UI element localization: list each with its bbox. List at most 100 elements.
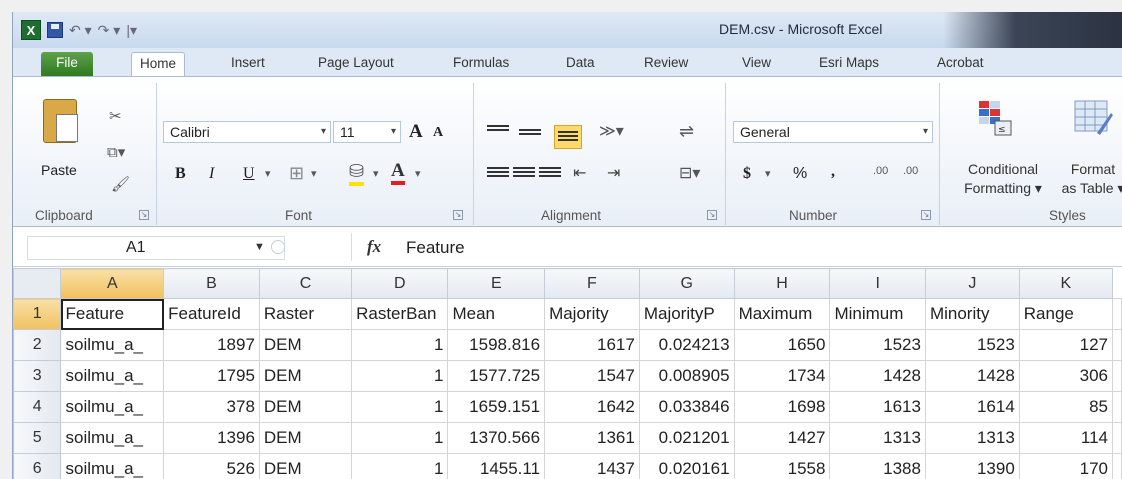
font-name-select[interactable]: Calibri ▾ xyxy=(163,121,331,143)
cell[interactable]: 1650 xyxy=(733,329,831,361)
font-size-select[interactable]: 11 ▾ xyxy=(333,121,401,143)
increase-indent-icon[interactable]: ⇥ xyxy=(607,163,620,183)
cell[interactable]: 114 xyxy=(1018,422,1114,454)
cell[interactable]: 1370.566 xyxy=(447,422,546,454)
tab-esri-maps[interactable]: Esri Maps xyxy=(811,52,887,76)
tab-page-layout[interactable]: Page Layout xyxy=(310,52,402,76)
cell[interactable]: 306 xyxy=(1018,360,1114,392)
cell[interactable]: 1614 xyxy=(924,391,1020,423)
cell[interactable]: 1428 xyxy=(924,360,1020,392)
cell[interactable]: 1427 xyxy=(733,422,831,454)
excel-app-icon[interactable]: X xyxy=(21,20,41,40)
fill-color-dropdown-icon[interactable]: ▾ xyxy=(373,167,379,180)
name-box-dropdown-icon[interactable]: ▼ xyxy=(254,241,265,253)
column-header[interactable]: C xyxy=(258,268,353,299)
percent-button[interactable]: % xyxy=(793,165,807,183)
conditional-formatting-button[interactable]: Conditional Formatting ▾ xyxy=(953,160,1053,198)
align-top-icon[interactable] xyxy=(487,123,509,141)
cell[interactable]: 0.020161 xyxy=(638,453,735,479)
align-left-icon[interactable] xyxy=(487,165,509,183)
merge-center-icon[interactable]: ⊟▾ xyxy=(679,163,700,183)
grow-font-button[interactable]: A xyxy=(409,121,423,143)
cell[interactable]: soilmu_a_ xyxy=(60,360,165,392)
cell[interactable]: Range xyxy=(1018,298,1114,330)
redo-icon[interactable]: ↷ ▾ xyxy=(98,22,121,39)
bold-button[interactable]: B xyxy=(175,165,186,183)
cut-icon[interactable]: ✂ xyxy=(109,107,122,125)
cell[interactable]: 1 xyxy=(351,453,449,479)
cell[interactable]: 1897 xyxy=(163,329,260,361)
cell[interactable]: 1642 xyxy=(544,391,640,423)
font-launcher-icon[interactable]: ↘ xyxy=(453,210,463,220)
cell[interactable]: soilmu_a_ xyxy=(60,391,165,423)
cell[interactable]: 1313 xyxy=(924,422,1020,454)
decrease-decimal-button[interactable]: .00 xyxy=(903,165,918,177)
name-box[interactable]: A1 ▼ xyxy=(27,236,285,260)
cell[interactable]: 1547 xyxy=(544,360,640,392)
column-header[interactable]: I xyxy=(829,268,926,299)
cell[interactable]: 1558 xyxy=(733,453,831,479)
cell[interactable]: MajorityP xyxy=(638,298,735,330)
conditional-formatting-icon[interactable]: ≤ xyxy=(975,99,1015,139)
borders-dropdown-icon[interactable]: ▾ xyxy=(311,167,317,180)
align-middle-icon[interactable] xyxy=(519,127,541,145)
italic-button[interactable]: I xyxy=(209,165,214,183)
align-right-icon[interactable] xyxy=(539,165,561,183)
cell[interactable]: 1795 xyxy=(163,360,260,392)
cell[interactable]: 1523 xyxy=(829,329,926,361)
tab-acrobat[interactable]: Acrobat xyxy=(929,52,992,76)
cell[interactable]: 170 xyxy=(1018,453,1114,479)
cell[interactable]: 1659.151 xyxy=(447,391,546,423)
tab-view[interactable]: View xyxy=(734,52,779,76)
row-header[interactable]: 2 xyxy=(13,329,62,361)
cell[interactable]: 0.033846 xyxy=(638,391,735,423)
tab-home[interactable]: Home xyxy=(131,52,186,76)
cell[interactable]: 127 xyxy=(1018,329,1114,361)
cell[interactable]: Raster xyxy=(258,298,353,330)
row-header[interactable]: 4 xyxy=(13,391,62,423)
cell[interactable]: 1313 xyxy=(829,422,926,454)
cell[interactable]: Feature xyxy=(60,298,165,330)
column-header[interactable]: B xyxy=(163,268,260,299)
insert-function-icon[interactable]: fx xyxy=(367,237,381,257)
comma-button[interactable]: , xyxy=(831,163,835,181)
tab-insert[interactable]: Insert xyxy=(223,52,273,76)
format-as-table-icon[interactable] xyxy=(1073,99,1113,139)
cell[interactable]: Mean xyxy=(447,298,546,330)
tab-review[interactable]: Review xyxy=(636,52,696,76)
row-header[interactable]: 3 xyxy=(13,360,62,392)
cell[interactable]: DEM xyxy=(258,453,353,479)
cell[interactable]: 1396 xyxy=(163,422,260,454)
cell[interactable] xyxy=(1112,422,1122,454)
cell[interactable]: 1390 xyxy=(924,453,1020,479)
paste-button[interactable]: Paste xyxy=(41,162,77,178)
format-painter-icon[interactable]: 🖌 xyxy=(111,175,130,193)
cell[interactable]: 1 xyxy=(351,422,449,454)
cell[interactable]: Majority xyxy=(544,298,640,330)
cell[interactable]: soilmu_a_ xyxy=(60,453,165,479)
cell[interactable]: 1523 xyxy=(924,329,1020,361)
cell[interactable]: DEM xyxy=(258,360,353,392)
column-header[interactable]: G xyxy=(638,268,735,299)
copy-icon[interactable]: ⧉▾ xyxy=(107,143,125,161)
font-color-dropdown-icon[interactable]: ▾ xyxy=(415,167,421,180)
cell[interactable]: 1 xyxy=(351,329,449,361)
cell[interactable]: soilmu_a_ xyxy=(60,422,165,454)
format-as-table-button[interactable]: Format as Table ▾ xyxy=(1053,160,1122,198)
cell[interactable]: DEM xyxy=(258,329,353,361)
number-format-select[interactable]: General ▾ xyxy=(733,121,933,143)
fill-color-icon[interactable]: ⛁ xyxy=(349,161,365,186)
cell[interactable]: 1 xyxy=(351,360,449,392)
cell[interactable]: 1437 xyxy=(544,453,640,479)
row-header[interactable]: 6 xyxy=(13,453,62,479)
font-color-button[interactable]: A xyxy=(391,161,405,185)
cell[interactable]: 526 xyxy=(163,453,260,479)
customize-qat-icon[interactable]: |▾ xyxy=(126,22,137,39)
wrap-text-icon[interactable]: ⇌ xyxy=(679,121,694,142)
cell[interactable]: 1428 xyxy=(829,360,926,392)
currency-dropdown-icon[interactable]: ▾ xyxy=(765,167,771,180)
select-all-corner[interactable] xyxy=(13,268,62,299)
cell[interactable]: DEM xyxy=(258,391,353,423)
cell[interactable]: 1613 xyxy=(829,391,926,423)
column-header[interactable]: J xyxy=(924,268,1020,299)
